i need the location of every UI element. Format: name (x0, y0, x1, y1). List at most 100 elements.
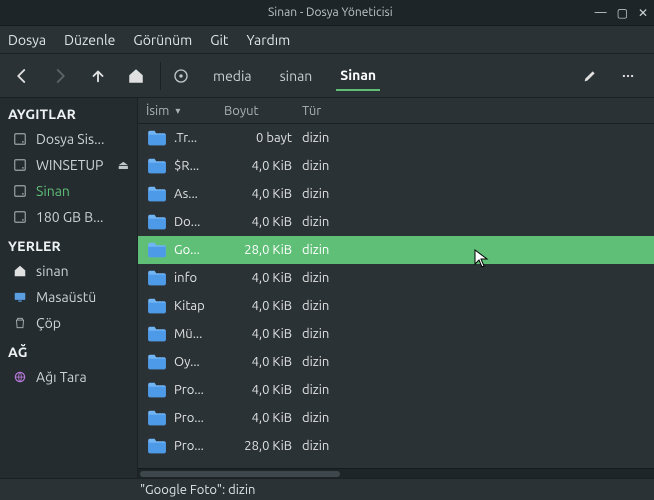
scrollbar-thumb[interactable] (140, 471, 340, 477)
file-row[interactable]: Pro...4,0 KiBdizin (138, 404, 654, 432)
column-header-size[interactable]: Boyut (224, 104, 302, 118)
sort-indicator-icon: ▾ (175, 105, 180, 117)
file-name: Pro... (174, 439, 224, 453)
status-text: "Google Foto": dizin (140, 483, 255, 497)
file-row[interactable]: Go...28,0 KiBdizin (138, 236, 654, 264)
file-row[interactable]: .Tr...0 baytdizin (138, 124, 654, 152)
file-row[interactable]: Oy...4,0 KiBdizin (138, 348, 654, 376)
menu-file[interactable]: Dosya (8, 32, 46, 48)
column-header-type[interactable]: Tür (302, 104, 654, 118)
file-name: As... (174, 187, 224, 201)
folder-icon (146, 409, 168, 427)
file-type: dizin (302, 271, 654, 285)
forward-button[interactable] (48, 64, 72, 88)
sidebar-item-label: Çöp (36, 315, 61, 331)
file-size: 4,0 KiB (224, 327, 302, 341)
file-size: 4,0 KiB (224, 159, 302, 173)
file-name: $R... (174, 159, 224, 173)
file-name: Kitap (174, 299, 224, 313)
file-row[interactable]: $R...4,0 KiBdizin (138, 152, 654, 180)
sidebar-item-trash[interactable]: Çöp (0, 310, 137, 336)
file-size: 28,0 KiB (224, 243, 302, 257)
breadcrumb-root-icon[interactable] (173, 68, 189, 84)
statusbar: "Google Foto": dizin (0, 478, 654, 500)
file-size: 4,0 KiB (224, 271, 302, 285)
file-row[interactable]: Kitap4,0 KiBdizin (138, 292, 654, 320)
file-list: .Tr...0 baytdizin$R...4,0 KiBdizinAs...4… (138, 124, 654, 468)
sidebar-item-sinan-drive[interactable]: Sinan (0, 178, 137, 204)
sidebar-item-180gb[interactable]: 180 GB B... (0, 204, 137, 230)
menu-help[interactable]: Yardım (246, 32, 290, 48)
menu-go[interactable]: Git (210, 32, 228, 48)
close-button[interactable]: ✕ (638, 6, 648, 20)
file-type: dizin (302, 159, 654, 173)
sidebar-item-label: Ağı Tara (36, 369, 87, 385)
column-header-name[interactable]: İsim ▾ (146, 104, 224, 118)
breadcrumb-item-sinan[interactable]: sinan (276, 62, 317, 90)
menu-view[interactable]: Görünüm (133, 32, 192, 48)
file-type: dizin (302, 131, 654, 145)
menubar: Dosya Düzenle Görünüm Git Yardım (0, 26, 654, 54)
file-name: .Tr... (174, 131, 224, 145)
file-name: Do... (174, 215, 224, 229)
folder-icon (146, 213, 168, 231)
sidebar-section-places: YERLER (0, 230, 137, 258)
folder-icon (146, 325, 168, 343)
file-size: 4,0 KiB (224, 383, 302, 397)
file-type: dizin (302, 215, 654, 229)
file-type: dizin (302, 187, 654, 201)
horizontal-scrollbar[interactable] (138, 468, 654, 478)
file-row[interactable]: Mü...4,0 KiBdizin (138, 320, 654, 348)
file-size: 4,0 KiB (224, 215, 302, 229)
file-name: Oy... (174, 355, 224, 369)
folder-icon (146, 129, 168, 147)
back-button[interactable] (10, 64, 34, 88)
file-row[interactable]: Pro...4,0 KiBdizin (138, 376, 654, 404)
disk-icon (12, 209, 28, 225)
sidebar-item-home[interactable]: sinan (0, 258, 137, 284)
file-row[interactable]: As...4,0 KiBdizin (138, 180, 654, 208)
sidebar-item-label: WINSETUP (36, 157, 103, 173)
file-type: dizin (302, 383, 654, 397)
sidebar-item-filesystem[interactable]: Dosya Sis... (0, 126, 137, 152)
sidebar-item-winsetup[interactable]: WINSETUP ⏏ (0, 152, 137, 178)
minimize-button[interactable]: — (595, 6, 607, 19)
file-size: 28,0 KiB (224, 439, 302, 453)
file-type: dizin (302, 411, 654, 425)
sidebar-section-devices: AYGITLAR (0, 98, 137, 126)
home-button[interactable] (124, 64, 148, 88)
file-type: dizin (302, 327, 654, 341)
sidebar-item-label: 180 GB B... (36, 209, 104, 225)
breadcrumb-item-active[interactable]: Sinan (336, 61, 380, 91)
breadcrumb: media sinan Sinan (173, 61, 578, 91)
up-button[interactable] (86, 64, 110, 88)
folder-icon (146, 241, 168, 259)
file-row[interactable]: Pro...28,0 KiBdizin (138, 432, 654, 460)
file-size: 4,0 KiB (224, 355, 302, 369)
file-row[interactable]: info4,0 KiBdizin (138, 264, 654, 292)
sidebar-item-desktop[interactable]: Masaüstü (0, 284, 137, 310)
sidebar-item-label: Sinan (36, 183, 70, 199)
disk-icon (12, 131, 28, 147)
sidebar-section-network: AĞ (0, 336, 137, 364)
maximize-button[interactable]: ▢ (617, 6, 628, 20)
file-size: 0 bayt (224, 131, 302, 145)
folder-icon (146, 157, 168, 175)
eject-icon[interactable]: ⏏ (118, 158, 129, 172)
file-name: info (174, 271, 224, 285)
network-icon (12, 369, 28, 385)
sidebar-item-network-scan[interactable]: Ağı Tara (0, 364, 137, 390)
toolbar: media sinan Sinan (0, 54, 654, 98)
menu-edit[interactable]: Düzenle (64, 32, 115, 48)
breadcrumb-item-media[interactable]: media (209, 62, 256, 90)
file-name: Pro... (174, 411, 224, 425)
column-headers: İsim ▾ Boyut Tür (138, 98, 654, 124)
disk-icon (12, 183, 28, 199)
file-size: 4,0 KiB (224, 187, 302, 201)
file-type: dizin (302, 243, 654, 257)
toolbar-menu-button[interactable] (616, 64, 640, 88)
sidebar-item-label: Dosya Sis... (36, 131, 104, 147)
edit-path-button[interactable] (578, 64, 602, 88)
file-row[interactable]: Do...4,0 KiBdizin (138, 208, 654, 236)
folder-icon (146, 381, 168, 399)
